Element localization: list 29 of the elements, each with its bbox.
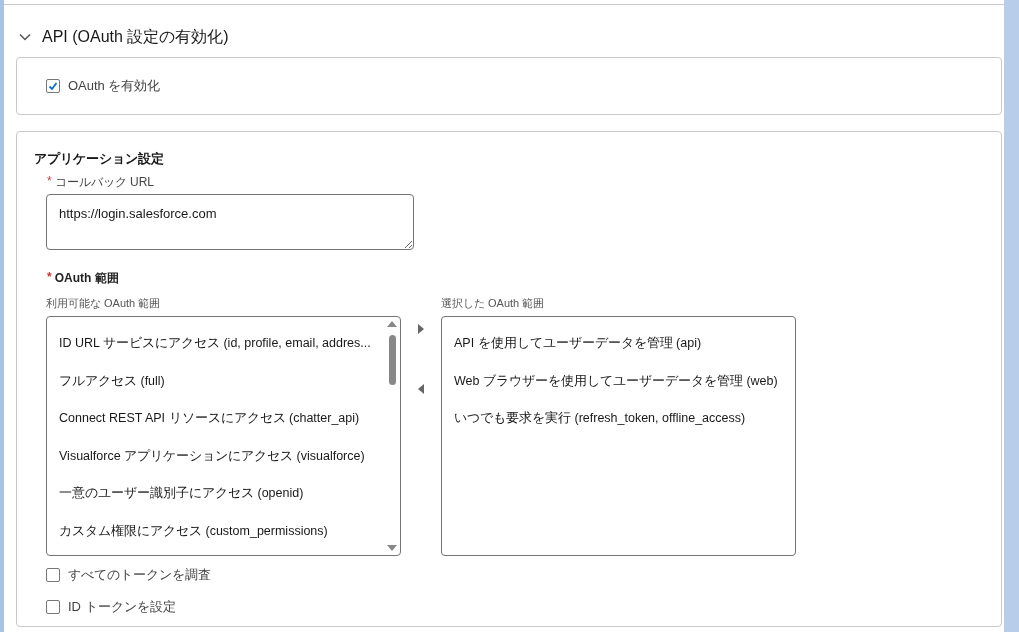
scrollbar-thumb[interactable] (388, 335, 396, 385)
list-item[interactable]: 一意のユーザー識別子にアクセス (openid) (59, 475, 384, 513)
list-item[interactable]: フルアクセス (full) (59, 362, 384, 400)
list-item[interactable]: Connect REST API リソースにアクセス (chatter_api) (59, 400, 384, 438)
required-asterisk: * (47, 270, 52, 286)
list-item[interactable]: Visualforce アプリケーションにアクセス (visualforce) (59, 437, 384, 475)
move-left-icon[interactable] (418, 384, 424, 394)
checkbox[interactable] (46, 600, 60, 614)
checkbox-label: すべてのトークンを調査 (68, 566, 211, 584)
callback-url-field[interactable]: https://login.salesforce.com (46, 194, 414, 250)
scroll-down-icon[interactable] (387, 545, 397, 551)
field-label: コールバック URL (54, 174, 154, 191)
move-right-icon[interactable] (418, 324, 424, 334)
list-item[interactable]: API を使用してユーザーデータを管理 (api) (454, 325, 795, 363)
list-item[interactable]: Web ブラウザーを使用してユーザーデータを管理 (web) (454, 362, 795, 400)
list-item[interactable]: ID URL サービスにアクセス (id, profile, email, addres... (59, 325, 384, 363)
list-item[interactable]: カスタム権限にアクセス (custom_permissions) (59, 512, 384, 550)
list-label: 選択した OAuth 範囲 (441, 296, 546, 311)
checkbox[interactable] (46, 79, 60, 93)
list-label: 利用可能な OAuth 範囲 (46, 296, 162, 311)
settings-heading: アプリケーション設定 (34, 150, 165, 168)
section-title: API (OAuth 設定の有効化) (42, 26, 229, 47)
checkbox-label: ID トークンを設定 (68, 598, 176, 616)
field-label: OAuth 範囲 (54, 270, 119, 287)
checkbox[interactable] (46, 568, 60, 582)
required-asterisk: * (47, 174, 52, 190)
checkbox-label: OAuth を有効化 (68, 77, 161, 95)
scroll-up-icon[interactable] (387, 321, 397, 327)
list-item[interactable]: いつでも要求を実行 (refresh_token, offline_access) (454, 400, 795, 438)
